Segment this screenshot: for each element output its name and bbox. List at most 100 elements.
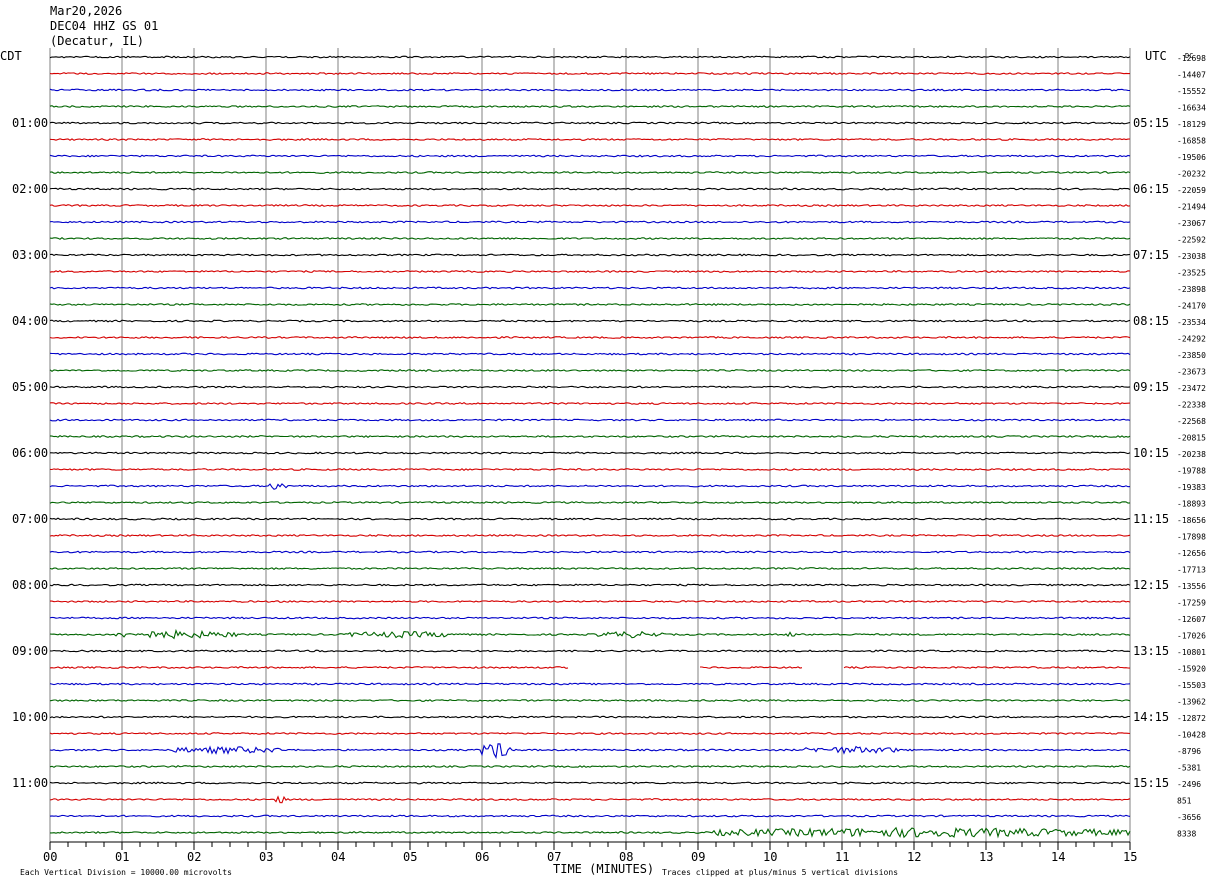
seismic-trace: [49, 385, 1131, 389]
seismic-trace: [49, 204, 1131, 207]
seismic-trace: [49, 105, 1131, 108]
dc-offset-label: -10801: [1177, 648, 1206, 657]
seismic-trace: [49, 567, 1131, 571]
seismic-trace: [49, 682, 1131, 686]
dc-offset-label: -22592: [1177, 236, 1206, 245]
dc-offset-label: -23525: [1177, 269, 1206, 278]
left-hour-label: 04:00: [12, 314, 48, 328]
x-axis-label: TIME (MINUTES): [553, 862, 654, 876]
dc-offset-label: -19506: [1177, 153, 1206, 162]
dc-offset-label: -15920: [1177, 665, 1206, 674]
seismic-trace: [49, 402, 1131, 405]
x-tick-label: 00: [43, 850, 57, 864]
seismic-trace: [50, 451, 1131, 455]
seismic-trace: [49, 666, 1131, 669]
right-hour-label: 14:15: [1133, 710, 1169, 724]
dc-offset-label: -18129: [1177, 120, 1206, 129]
seismic-trace: [49, 187, 1131, 191]
axis-labels: 00 01 02 03 04 05 06 07 08 09 10 11 12 13 14 15-12698-1…: [12, 54, 1206, 864]
seismic-trace: [49, 583, 1131, 587]
dc-offset-label: -14407: [1177, 71, 1206, 80]
seismic-trace: [49, 743, 1131, 759]
seismic-trace: [49, 765, 1131, 768]
dc-offset-label: -22568: [1177, 417, 1206, 426]
right-hour-label: 10:15: [1133, 446, 1169, 460]
right-hour-label: 13:15: [1133, 644, 1169, 658]
dc-label: DC: [1185, 52, 1193, 60]
left-hour-label: 07:00: [12, 512, 48, 526]
seismic-trace: [49, 435, 1131, 438]
x-tick-label: 02: [187, 850, 201, 864]
seismic-trace: [49, 319, 1131, 323]
left-hour-label: 03:00: [12, 248, 48, 262]
x-tick-label: 14: [1051, 850, 1065, 864]
dc-offset-label: -16858: [1177, 137, 1206, 146]
dc-offset-label: -17259: [1177, 599, 1206, 608]
seismic-trace: [49, 237, 1131, 240]
dc-offset-label: -20815: [1177, 434, 1206, 443]
seismic-trace: [49, 649, 1131, 653]
dc-offset-label: -18893: [1177, 500, 1206, 509]
seismic-trace: [49, 369, 1131, 372]
seismic-trace: [50, 600, 1131, 603]
right-hour-label: 06:15: [1133, 182, 1169, 196]
dc-offset-label: -23898: [1177, 285, 1206, 294]
dc-offset-label: -19383: [1177, 483, 1206, 492]
left-hour-label: 09:00: [12, 644, 48, 658]
seismic-trace: [49, 468, 1131, 471]
right-hour-label: 08:15: [1133, 314, 1169, 328]
x-tick-label: 11: [835, 850, 849, 864]
dc-offset-label: -18656: [1177, 516, 1206, 525]
dc-offset-label: -17713: [1177, 566, 1206, 575]
x-tick-label: 05: [403, 850, 417, 864]
dc-offset-label: -12607: [1177, 615, 1206, 624]
dc-offset-label: -16634: [1177, 104, 1206, 113]
dc-offset-label: -21494: [1177, 203, 1206, 212]
left-hour-label: 11:00: [12, 776, 48, 790]
left-hour-label: 06:00: [12, 446, 48, 460]
seismic-trace: [49, 699, 1131, 702]
seismic-trace: [49, 483, 1131, 490]
clip-note: Traces clipped at plus/minus 5 vertical …: [662, 868, 898, 877]
x-tick-label: 06: [475, 850, 489, 864]
seismic-trace: [49, 171, 1131, 174]
left-hour-label: 02:00: [12, 182, 48, 196]
left-hour-label: 10:00: [12, 710, 48, 724]
seismic-trace: [49, 517, 1131, 521]
right-hour-label: 09:15: [1133, 380, 1169, 394]
dc-offset-label: -19788: [1177, 467, 1206, 476]
helicorder-plot: 00 01 02 03 04 05 06 07 08 09 10 11 12 13 14 15-12698-1…: [0, 48, 1206, 877]
seismic-trace: [49, 336, 1131, 339]
seismic-trace: [49, 352, 1131, 356]
dc-offset-label: -12656: [1177, 549, 1206, 558]
seismic-trace: [49, 814, 1131, 818]
trace-series: [49, 55, 1131, 839]
dc-offset-label: -13962: [1177, 698, 1206, 707]
dc-offset-label: -23673: [1177, 368, 1206, 377]
scale-note: Each Vertical Division = 10000.00 microv…: [20, 868, 232, 877]
dc-offset-label: -5381: [1177, 764, 1201, 773]
dc-offset-label: -13556: [1177, 582, 1206, 591]
dc-offset-label: -23472: [1177, 384, 1206, 393]
seismic-trace: [49, 628, 1131, 640]
dc-offset-label: -15503: [1177, 681, 1206, 690]
x-tick-label: 01: [115, 850, 129, 864]
dc-offset-label: -22338: [1177, 401, 1206, 410]
dc-offset-label: -8796: [1177, 747, 1201, 756]
right-hour-label: 11:15: [1133, 512, 1169, 526]
x-tick-label: 13: [979, 850, 993, 864]
x-tick-label: 12: [907, 850, 921, 864]
seismic-trace: [49, 154, 1131, 158]
seismic-trace: [49, 55, 1131, 59]
dc-offset-label: -2496: [1177, 780, 1201, 789]
seismic-trace: [49, 72, 1130, 75]
seismic-trace: [49, 550, 1131, 554]
dc-offset-label: -23850: [1177, 351, 1206, 360]
seismic-trace: [49, 253, 1131, 257]
seismic-trace: [49, 795, 1131, 804]
left-hour-label: 05:00: [12, 380, 48, 394]
dc-offset-label: -23038: [1177, 252, 1206, 261]
x-tick-label: 04: [331, 850, 345, 864]
left-zone-label: CDT: [0, 49, 22, 63]
x-tick-label: 15: [1123, 850, 1137, 864]
